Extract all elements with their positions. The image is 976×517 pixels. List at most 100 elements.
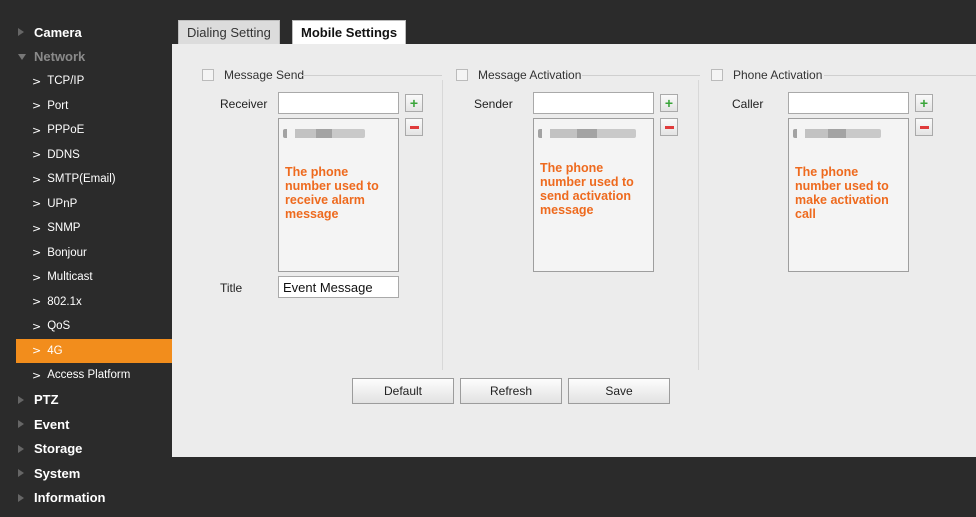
sidebar-item-label: 802.1x <box>47 295 82 308</box>
chevron-right-icon: > <box>32 319 42 333</box>
sidebar-item-label: Storage <box>34 441 83 457</box>
minus-icon <box>919 125 929 129</box>
sidebar-item-label: Event <box>34 416 70 432</box>
sidebar-item-label: Access Platform <box>47 369 131 382</box>
sidebar-item-label: PTZ <box>34 392 59 408</box>
sidebar-item-multicast[interactable]: > Multicast <box>0 265 172 290</box>
sidebar-item-label: UPnP <box>47 197 78 210</box>
collapsed-arrow-icon <box>18 395 24 404</box>
plus-icon: + <box>664 95 674 111</box>
refresh-button[interactable]: Refresh <box>460 378 562 404</box>
divider <box>824 75 976 76</box>
sidebar-item-bonjour[interactable]: > Bonjour <box>0 241 172 266</box>
remove-caller-button[interactable] <box>915 118 933 136</box>
sidebar-item-ddns[interactable]: > DDNS <box>0 143 172 168</box>
plus-icon: + <box>409 95 419 111</box>
tab-mobile-settings[interactable]: Mobile Settings <box>292 20 407 44</box>
message-send-label: Message Send <box>224 68 305 82</box>
sidebar-item-network[interactable]: Network <box>0 45 172 70</box>
chevron-right-icon: > <box>32 197 42 211</box>
sender-input[interactable] <box>533 92 654 114</box>
sidebar-item-label: Network <box>34 49 86 65</box>
plus-icon: + <box>919 95 929 111</box>
sidebar-item-label: SMTP(Email) <box>47 173 116 186</box>
message-send-checkbox[interactable] <box>202 69 214 81</box>
chevron-right-icon: > <box>32 123 42 137</box>
divider <box>582 75 700 76</box>
add-sender-button[interactable]: + <box>660 94 678 112</box>
remove-receiver-button[interactable] <box>405 118 423 136</box>
redacted-number <box>538 129 636 138</box>
chevron-right-icon: > <box>32 172 42 186</box>
sidebar-item-label: Port <box>47 99 69 112</box>
collapsed-arrow-icon <box>18 493 24 502</box>
message-activation-label: Message Activation <box>478 68 582 82</box>
receiver-label: Receiver <box>220 97 268 111</box>
collapsed-arrow-icon <box>18 28 24 37</box>
chevron-right-icon: > <box>32 74 42 88</box>
sidebar-item-smtp[interactable]: > SMTP(Email) <box>0 167 172 192</box>
minus-icon <box>409 125 419 129</box>
sidebar-item-label: 4G <box>47 344 63 357</box>
sender-list[interactable]: The phone number used to send activation… <box>533 118 654 272</box>
sidebar-item-label: DDNS <box>47 148 80 161</box>
sidebar-item-label: PPPoE <box>47 124 85 137</box>
caller-label: Caller <box>732 97 764 111</box>
add-caller-button[interactable]: + <box>915 94 933 112</box>
title-input[interactable] <box>278 276 399 298</box>
chevron-right-icon: > <box>32 221 42 235</box>
chevron-right-icon: > <box>32 368 42 382</box>
sidebar-item-camera[interactable]: Camera <box>0 20 172 45</box>
sidebar-item-label: Bonjour <box>47 246 87 259</box>
message-send-header: Message Send <box>202 68 304 82</box>
sidebar-item-storage[interactable]: Storage <box>0 437 172 462</box>
phone-activation-label: Phone Activation <box>733 68 823 82</box>
divider <box>698 80 699 370</box>
phone-activation-checkbox[interactable] <box>711 69 723 81</box>
sidebar-item-system[interactable]: System <box>0 461 172 486</box>
remove-sender-button[interactable] <box>660 118 678 136</box>
sidebar-item-port[interactable]: > Port <box>0 94 172 119</box>
sidebar-item-label: TCP/IP <box>47 75 85 88</box>
sidebar-item-upnp[interactable]: > UPnP <box>0 192 172 217</box>
sidebar-item-8021x[interactable]: >802.1x <box>0 290 172 315</box>
add-receiver-button[interactable]: + <box>405 94 423 112</box>
caller-list[interactable]: The phone number used to make activation… <box>788 118 909 272</box>
sender-note: The phone number used to send activation… <box>540 161 634 217</box>
minus-icon <box>664 125 674 129</box>
receiver-list[interactable]: The phone number used to receive alarm m… <box>278 118 399 272</box>
sidebar-item-label: System <box>34 465 81 481</box>
sidebar-item-label: Information <box>34 490 106 506</box>
sidebar-item-label: Multicast <box>47 271 93 284</box>
expanded-arrow-icon <box>18 53 26 60</box>
sidebar-item-qos[interactable]: > QoS <box>0 314 172 339</box>
caller-input[interactable] <box>788 92 909 114</box>
save-button[interactable]: Save <box>568 378 670 404</box>
sidebar-item-ptz[interactable]: PTZ <box>0 388 172 413</box>
chevron-right-icon: > <box>32 148 42 162</box>
caller-note: The phone number used to make activation… <box>795 165 889 221</box>
chevron-right-icon: > <box>32 270 42 284</box>
chevron-right-icon: > <box>32 344 42 358</box>
sidebar-item-pppoe[interactable]: > PPPoE <box>0 118 172 143</box>
tab-bar: Dialing Setting Mobile Settings <box>172 0 976 44</box>
divider <box>442 80 443 370</box>
message-activation-checkbox[interactable] <box>456 69 468 81</box>
sidebar-item-tcpip[interactable]: > TCP/IP <box>0 69 172 94</box>
message-activation-header: Message Activation <box>456 68 581 82</box>
title-label: Title <box>220 281 243 295</box>
receiver-input[interactable] <box>278 92 399 114</box>
sidebar-item-label: SNMP <box>47 222 81 235</box>
chevron-right-icon: > <box>32 99 42 113</box>
sidebar-item-4g[interactable]: >4G <box>16 338 172 363</box>
sidebar-item-access-platform[interactable]: > Access Platform <box>0 363 172 388</box>
tab-dialing-setting[interactable]: Dialing Setting <box>178 20 280 44</box>
phone-activation-header: Phone Activation <box>711 68 822 82</box>
sidebar: Camera Network > TCP/IP > Port > PPPoE > DDN… <box>0 0 172 517</box>
chevron-right-icon: > <box>32 246 42 260</box>
sidebar-item-snmp[interactable]: > SNMP <box>0 216 172 241</box>
default-button[interactable]: Default <box>352 378 454 404</box>
sidebar-item-information[interactable]: Information <box>0 486 172 511</box>
sidebar-item-label: Camera <box>34 24 82 40</box>
sidebar-item-event[interactable]: Event <box>0 412 172 437</box>
